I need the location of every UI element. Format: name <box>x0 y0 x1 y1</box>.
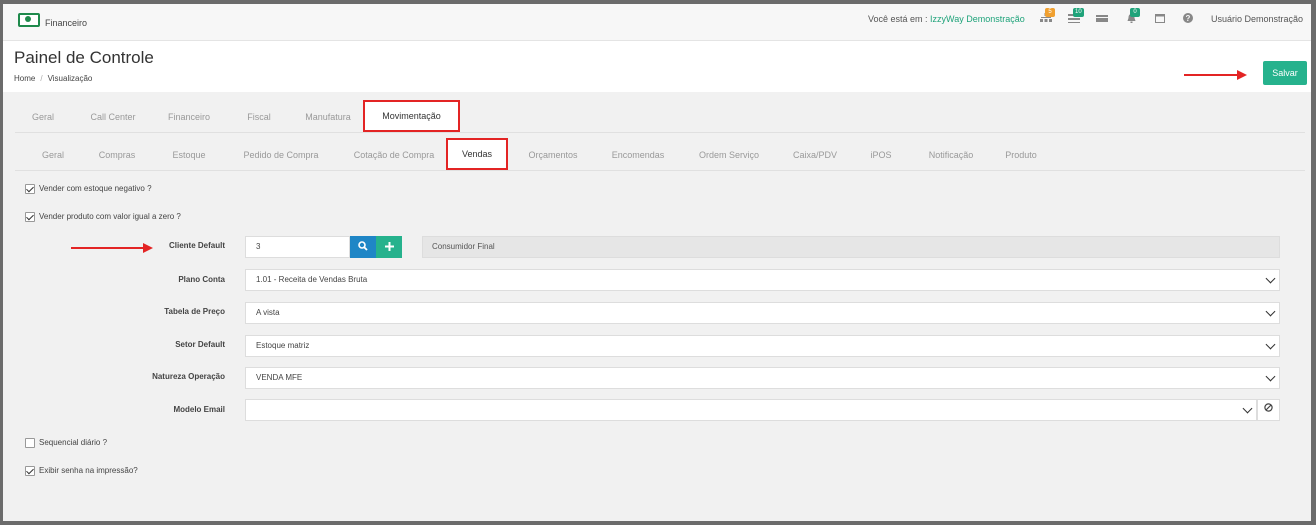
plano-conta-value: 1.01 - Receita de Vendas Bruta <box>256 275 368 284</box>
card-glyph <box>1096 15 1108 22</box>
label-modelo-email: Modelo Email <box>173 405 225 414</box>
subtab-estoque[interactable]: Estoque <box>161 141 217 169</box>
tabela-preco-value: A vista <box>256 308 280 317</box>
search-cliente-button[interactable] <box>350 236 376 258</box>
bell-icon[interactable]: 0 <box>1124 8 1140 27</box>
app-window: Financeiro Você está em : IzzyWay Demons… <box>3 4 1311 521</box>
label-tabela-preco: Tabela de Preço <box>164 307 225 316</box>
money-icon <box>18 13 40 27</box>
ban-icon <box>1264 403 1273 412</box>
subtab-cotacao-de-compra[interactable]: Cotação de Compra <box>341 141 447 169</box>
label-plano-conta: Plano Conta <box>178 275 225 284</box>
subtab-encomendas[interactable]: Encomendas <box>603 141 673 169</box>
tab-fiscal[interactable]: Fiscal <box>233 103 285 131</box>
cliente-default-input[interactable]: 3 <box>245 236 350 258</box>
subtab-produto[interactable]: Produto <box>997 141 1045 169</box>
add-cliente-button[interactable] <box>376 236 402 258</box>
subtab-caixa-pdv[interactable]: Caixa/PDV <box>783 141 847 169</box>
help-icon[interactable]: ? <box>1181 13 1195 27</box>
annotation-arrow-save <box>1184 70 1247 80</box>
label-estoque-negativo: Vender com estoque negativo ? <box>39 184 152 194</box>
label-cliente-default: Cliente Default <box>168 241 225 250</box>
help-glyph: ? <box>1183 13 1193 23</box>
subtab-vendas[interactable]: Vendas <box>446 138 508 170</box>
top-bar: Financeiro Você está em : IzzyWay Demons… <box>3 4 1311 41</box>
natureza-operacao-value: VENDA MFE <box>256 373 303 382</box>
calendar-glyph <box>1155 14 1165 23</box>
tasks-badge: 10 <box>1073 8 1084 17</box>
natureza-operacao-select[interactable]: VENDA MFE <box>245 367 1280 389</box>
check-row-valor-zero[interactable]: Vender produto com valor igual a zero ? <box>25 212 181 224</box>
checkbox-estoque-negativo[interactable] <box>25 184 35 194</box>
tab-call-center[interactable]: Call Center <box>81 103 145 131</box>
tab-financeiro[interactable]: Financeiro <box>157 103 221 131</box>
alerts-badge: 0 <box>1130 8 1140 17</box>
app-name: Financeiro <box>45 18 88 28</box>
check-row-estoque-negativo[interactable]: Vender com estoque negativo ? <box>25 184 152 196</box>
label-natureza-operacao: Natureza Operação <box>152 372 225 381</box>
chevron-down-icon <box>1265 306 1276 317</box>
label-senha: Exibir senha na impressão? <box>39 466 138 476</box>
chevron-down-icon <box>1242 403 1253 414</box>
setor-default-value: Estoque matriz <box>256 341 310 350</box>
sitemap-icon[interactable]: 5 <box>1039 8 1055 27</box>
company-link[interactable]: IzzyWay Demonstração <box>930 14 1025 24</box>
checkbox-valor-zero[interactable] <box>25 212 35 222</box>
subtab-compras[interactable]: Compras <box>87 141 147 169</box>
clear-modelo-email-button[interactable] <box>1257 399 1280 421</box>
chevron-down-icon <box>1265 371 1276 382</box>
label-valor-zero: Vender produto com valor igual a zero ? <box>39 212 181 222</box>
location-prefix: Você está em : <box>868 14 931 24</box>
search-icon <box>358 240 368 251</box>
card-icon[interactable] <box>1095 13 1109 27</box>
chevron-down-icon <box>1265 339 1276 350</box>
subtab-orcamentos[interactable]: Orçamentos <box>515 141 591 169</box>
list-icon[interactable]: 10 <box>1067 8 1084 27</box>
subtab-notificacao[interactable]: Notificação <box>917 141 985 169</box>
breadcrumb-home[interactable]: Home <box>14 74 35 83</box>
breadcrumb-separator: / <box>40 74 43 83</box>
subtab-ipos[interactable]: iPOS <box>861 141 901 169</box>
page-header: Painel de Controle Home / Visualização Sal… <box>3 41 1311 92</box>
subtab-geral[interactable]: Geral <box>29 141 77 169</box>
plano-conta-select[interactable]: 1.01 - Receita de Vendas Bruta <box>245 269 1280 291</box>
breadcrumb-current: Visualização <box>47 74 93 83</box>
location-text: Você está em : IzzyWay Demonstração <box>868 14 1025 24</box>
tab-manufatura[interactable]: Manufatura <box>295 103 361 131</box>
chevron-down-icon <box>1265 273 1276 284</box>
user-menu[interactable]: Usuário Demonstração <box>1211 14 1303 24</box>
check-row-sequencial[interactable]: Sequencial diário ? <box>25 438 107 450</box>
calendar-icon[interactable] <box>1153 13 1167 27</box>
subtab-ordem-servico[interactable]: Ordem Serviço <box>689 141 769 169</box>
page-title: Painel de Controle <box>14 48 154 67</box>
label-setor-default: Setor Default <box>175 340 225 349</box>
modelo-email-select[interactable] <box>245 399 1257 421</box>
setor-default-select[interactable]: Estoque matriz <box>245 335 1280 357</box>
plus-icon <box>384 241 394 251</box>
subtabs-divider <box>15 170 1305 171</box>
annotation-arrow-cliente <box>71 243 153 253</box>
check-row-senha[interactable]: Exibir senha na impressão? <box>25 466 138 478</box>
cliente-description: Consumidor Final <box>422 236 1280 258</box>
tab-movimentacao[interactable]: Movimentação <box>363 100 460 132</box>
breadcrumb: Home / Visualização <box>14 74 92 83</box>
notification-badge: 5 <box>1045 8 1055 17</box>
label-sequencial: Sequencial diário ? <box>39 438 108 448</box>
tab-geral[interactable]: Geral <box>15 103 71 131</box>
tabela-preco-select[interactable]: A vista <box>245 302 1280 324</box>
checkbox-senha[interactable] <box>25 466 35 476</box>
svg-text:?: ? <box>1186 14 1191 23</box>
checkbox-sequencial[interactable] <box>25 438 35 448</box>
tabs-divider <box>15 132 1305 133</box>
save-button[interactable]: Salvar <box>1263 61 1307 85</box>
subtab-pedido-de-compra[interactable]: Pedido de Compra <box>231 141 331 169</box>
